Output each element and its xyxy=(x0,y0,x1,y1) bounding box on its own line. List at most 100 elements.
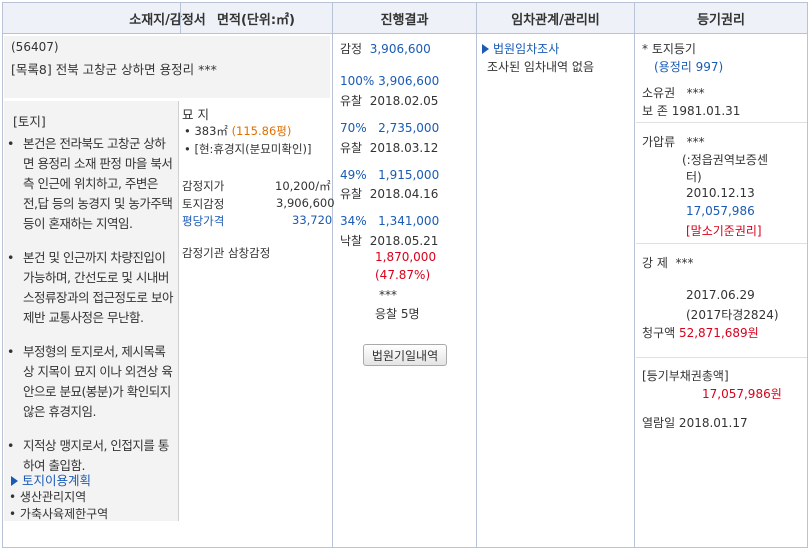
round-3-price: 49% 1,915,000 xyxy=(340,168,439,182)
round-1-result: 유찰 2018.02.05 xyxy=(340,92,438,109)
item-tag: [목록8] xyxy=(11,62,52,77)
owner-label: 소유권 xyxy=(642,86,676,100)
address: 전북 고창군 상하면 용정리 *** xyxy=(55,62,217,77)
round-date: 2018.04.16 xyxy=(369,187,439,201)
preserve-date: 1981.01.31 xyxy=(671,104,741,118)
round-status: 유찰 xyxy=(340,187,363,201)
court-tenancy-label: 법원임차조사 xyxy=(493,42,560,56)
land-note: 본건은 전라북도 고창군 상하면 용정리 소재 판정 마을 북서측 인근에 위치… xyxy=(7,134,173,234)
round-3-result: 유찰 2018.04.16 xyxy=(340,185,438,202)
debt-total-title: [등기부채권총액] xyxy=(642,369,729,383)
land-registry-address: (용정리 997) xyxy=(654,60,724,74)
round-status: 유찰 xyxy=(340,94,363,108)
triangle-right-icon xyxy=(11,476,18,486)
header-tenancy: 임차관계/관리비 xyxy=(477,3,634,34)
forced-case: (2017타경2824) xyxy=(686,308,779,322)
claim-label: 청구액 xyxy=(642,326,676,340)
pyeong-price-value: 33,720 xyxy=(292,213,333,227)
postal-code: (56407) xyxy=(11,40,59,54)
forced-date: 2017.06.29 xyxy=(686,288,755,302)
header-progress-label: 진행결과 xyxy=(380,12,429,28)
round-2-price: 70% 2,735,000 xyxy=(340,121,439,135)
land-use-plan-title: 토지이용계획 xyxy=(22,473,92,488)
round-price: 3,906,600 xyxy=(378,74,440,88)
round-pct: 34% xyxy=(340,214,367,228)
bidder-count: 응찰 5명 xyxy=(375,307,420,321)
land-size-pyeong: (115.86평) xyxy=(231,124,292,138)
row-divider xyxy=(636,243,807,244)
round-price: 1,341,000 xyxy=(378,214,440,228)
land-use-label: 가축사육제한구역 xyxy=(19,507,109,521)
debt-total-amount: 17,057,986원 xyxy=(702,387,782,401)
round-date: 2018.02.05 xyxy=(369,94,439,108)
round-pct: 49% xyxy=(340,168,367,182)
land-registry-title: * 토지등기 xyxy=(642,42,696,56)
land-category: 묘 지 xyxy=(182,107,209,122)
land-tag: [토지] xyxy=(13,114,46,129)
seizure-date: 2010.12.13 xyxy=(686,186,755,200)
progress-appraisal-value: 3,906,600 xyxy=(369,42,431,56)
seizure-label: 가압류 xyxy=(642,135,676,149)
land-note: 본건 및 인근까지 차량진입이 가능하며, 간선도로 및 시내버스정류장과의 접… xyxy=(7,248,173,328)
column-divider xyxy=(476,3,477,548)
round-status: 유찰 xyxy=(340,141,363,155)
header-registry: 등기권리 xyxy=(635,3,807,34)
column-divider xyxy=(332,3,333,548)
seizure-who: *** xyxy=(686,135,705,149)
forced-who: *** xyxy=(675,256,694,270)
winning-bidder: *** xyxy=(379,288,397,302)
court-tenancy-link[interactable]: 법원임차조사 xyxy=(482,40,559,57)
header-progress: 진행결과 xyxy=(333,3,476,34)
progress-appraisal: 감정 3,906,600 xyxy=(340,40,431,57)
land-status: • [현:휴경지(분묘미확인)] xyxy=(184,142,312,156)
row-divider xyxy=(636,357,807,358)
column-divider xyxy=(634,3,635,548)
forced-label: 강 제 xyxy=(642,256,668,270)
court-schedule-button[interactable]: 법원기일내역 xyxy=(363,344,447,366)
header-tenancy-label: 임차관계/관리비 xyxy=(511,12,600,28)
round-price: 2,735,000 xyxy=(378,121,440,135)
land-use-item: • 가축사육제한구역 xyxy=(9,507,109,521)
progress-appraisal-label: 감정 xyxy=(340,42,363,56)
owner-value: *** xyxy=(686,86,705,100)
round-4-price: 34% 1,341,000 xyxy=(340,214,439,228)
column-divider xyxy=(180,3,181,34)
appraisal-label: 토지감정 xyxy=(182,197,225,211)
round-status: 낙찰 xyxy=(340,234,363,248)
claim-amount: 52,871,689원 xyxy=(678,326,759,340)
winning-price: 1,870,000 xyxy=(375,250,437,264)
round-price: 1,915,000 xyxy=(378,168,440,182)
round-pct: 70% xyxy=(340,121,367,135)
triangle-right-icon xyxy=(482,44,489,54)
land-note: 부정형의 토지로서, 제시목록상 지목이 묘지 이나 외견상 육안으로 분묘(봉… xyxy=(7,342,173,422)
winning-percent: (47.87%) xyxy=(375,268,431,282)
round-2-result: 유찰 2018.03.12 xyxy=(340,139,438,156)
claim-row: 청구액 52,871,689원 xyxy=(642,324,759,341)
round-pct: 100% xyxy=(340,74,375,88)
viewed-date: 열람일 2018.01.17 xyxy=(642,416,748,430)
round-date: 2018.05.21 xyxy=(369,234,439,248)
land-use-item: • 생산관리지역 xyxy=(9,490,87,504)
round-1-price: 100% 3,906,600 xyxy=(340,74,439,88)
header-registry-label: 등기권리 xyxy=(697,12,745,28)
tenancy-result: 조사된 임차내역 없음 xyxy=(487,60,594,74)
seizure-note: (:정읍권역보증센 xyxy=(682,153,769,167)
land-use-label: 생산관리지역 xyxy=(19,490,87,504)
unit-price-value: 10,200/㎡ xyxy=(275,179,331,193)
round-date: 2018.03.12 xyxy=(369,141,439,155)
appraisal-value: 3,906,600 xyxy=(276,196,335,210)
appraisal-agency: 감정기관 삼창감정 xyxy=(182,246,271,260)
address-line: [목록8] 전북 고창군 상하면 용정리 *** xyxy=(11,59,217,78)
land-use-plan-link[interactable]: 토지이용계획 xyxy=(11,470,91,489)
owner-row: 소유권 *** xyxy=(642,84,705,101)
header-area: 면적(단위:㎡) xyxy=(180,3,332,34)
round-4-result: 낙찰 2018.05.21 xyxy=(340,232,438,249)
land-status-value: [현:휴경지(분묘미확인)] xyxy=(194,142,312,156)
pyeong-price-label: 평당가격 xyxy=(182,214,225,228)
unit-price-label: 감정지가 xyxy=(182,179,225,193)
land-notes: 본건은 전라북도 고창군 상하면 용정리 소재 판정 마을 북서측 인근에 위치… xyxy=(7,134,173,476)
preserve-row: 보 존 1981.01.31 xyxy=(642,102,740,119)
seizure-amount: 17,057,986 xyxy=(686,204,755,218)
row-divider xyxy=(636,122,807,123)
header-area-label: 면적(단위:㎡) xyxy=(217,13,295,28)
